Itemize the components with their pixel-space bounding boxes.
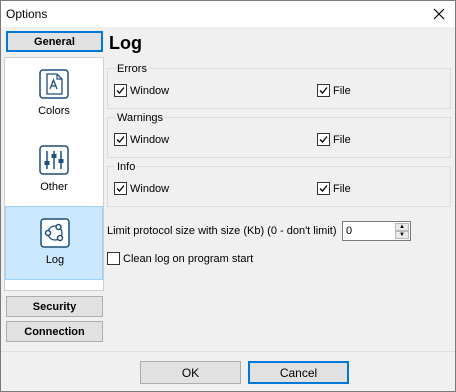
category-other[interactable]: Other <box>5 134 103 208</box>
checkbox-label: File <box>333 182 351 195</box>
network-nodes-icon <box>40 218 70 248</box>
checkmark-icon <box>319 87 328 94</box>
close-button[interactable] <box>423 1 455 27</box>
arrow-down-icon: ▼ <box>399 232 405 238</box>
clean-log-checkbox[interactable]: Clean log on program start <box>107 252 253 265</box>
category-log[interactable]: Log <box>5 206 103 280</box>
checkbox-box <box>114 182 127 195</box>
errors-file-checkbox[interactable]: File <box>317 84 351 97</box>
checkmark-icon <box>116 136 125 143</box>
checkbox-box <box>317 84 330 97</box>
font-file-icon <box>39 69 69 99</box>
sliders-icon <box>39 145 69 175</box>
limit-size-spinner[interactable]: ▲ ▼ <box>342 221 411 241</box>
ok-button[interactable]: OK <box>140 361 241 384</box>
checkbox-box <box>317 182 330 195</box>
close-icon <box>433 8 445 20</box>
category-colors[interactable]: Colors <box>5 58 103 132</box>
checkbox-label: Window <box>130 133 170 146</box>
spin-up-button[interactable]: ▲ <box>395 223 409 231</box>
tab-connection[interactable]: Connection <box>6 321 103 342</box>
checkbox-box <box>107 252 120 265</box>
category-list: Colors Other Log <box>4 57 104 291</box>
checkbox-box <box>114 84 127 97</box>
warnings-window-checkbox[interactable]: Window <box>114 133 169 146</box>
options-dialog: Options General Colors Other Log Securit… <box>0 0 456 392</box>
category-label: Other <box>40 181 68 193</box>
checkbox-box <box>317 133 330 146</box>
window-title: Options <box>6 7 48 21</box>
checkbox-label: Clean log on program start <box>123 252 254 265</box>
checkbox-label: File <box>333 84 351 97</box>
page-title: Log <box>109 33 142 53</box>
checkmark-icon <box>319 185 328 192</box>
tab-general[interactable]: General <box>6 31 103 52</box>
limit-size-label: Limit protocol size with size (Kb) (0 - … <box>107 225 337 237</box>
tab-security[interactable]: Security <box>6 296 103 317</box>
info-window-checkbox[interactable]: Window <box>114 182 169 195</box>
category-label: Colors <box>38 105 70 117</box>
limit-size-input[interactable] <box>346 224 392 238</box>
group-legend: Errors <box>115 63 149 75</box>
info-file-checkbox[interactable]: File <box>317 182 351 195</box>
checkbox-label: File <box>333 133 351 146</box>
warnings-file-checkbox[interactable]: File <box>317 133 351 146</box>
spin-down-button[interactable]: ▼ <box>395 231 409 239</box>
checkbox-label: Window <box>130 84 170 97</box>
arrow-up-icon: ▲ <box>399 224 405 230</box>
checkbox-label: Window <box>130 182 170 195</box>
cancel-button[interactable]: Cancel <box>248 361 349 384</box>
group-legend: Warnings <box>115 112 166 124</box>
errors-window-checkbox[interactable]: Window <box>114 84 169 97</box>
spinner-buttons: ▲ ▼ <box>395 223 409 239</box>
title-bar: Options <box>1 1 455 27</box>
checkmark-icon <box>319 136 328 143</box>
checkmark-icon <box>116 87 125 94</box>
checkbox-box <box>114 133 127 146</box>
checkmark-icon <box>116 185 125 192</box>
group-legend: Info <box>115 161 138 173</box>
category-label: Log <box>45 254 65 266</box>
